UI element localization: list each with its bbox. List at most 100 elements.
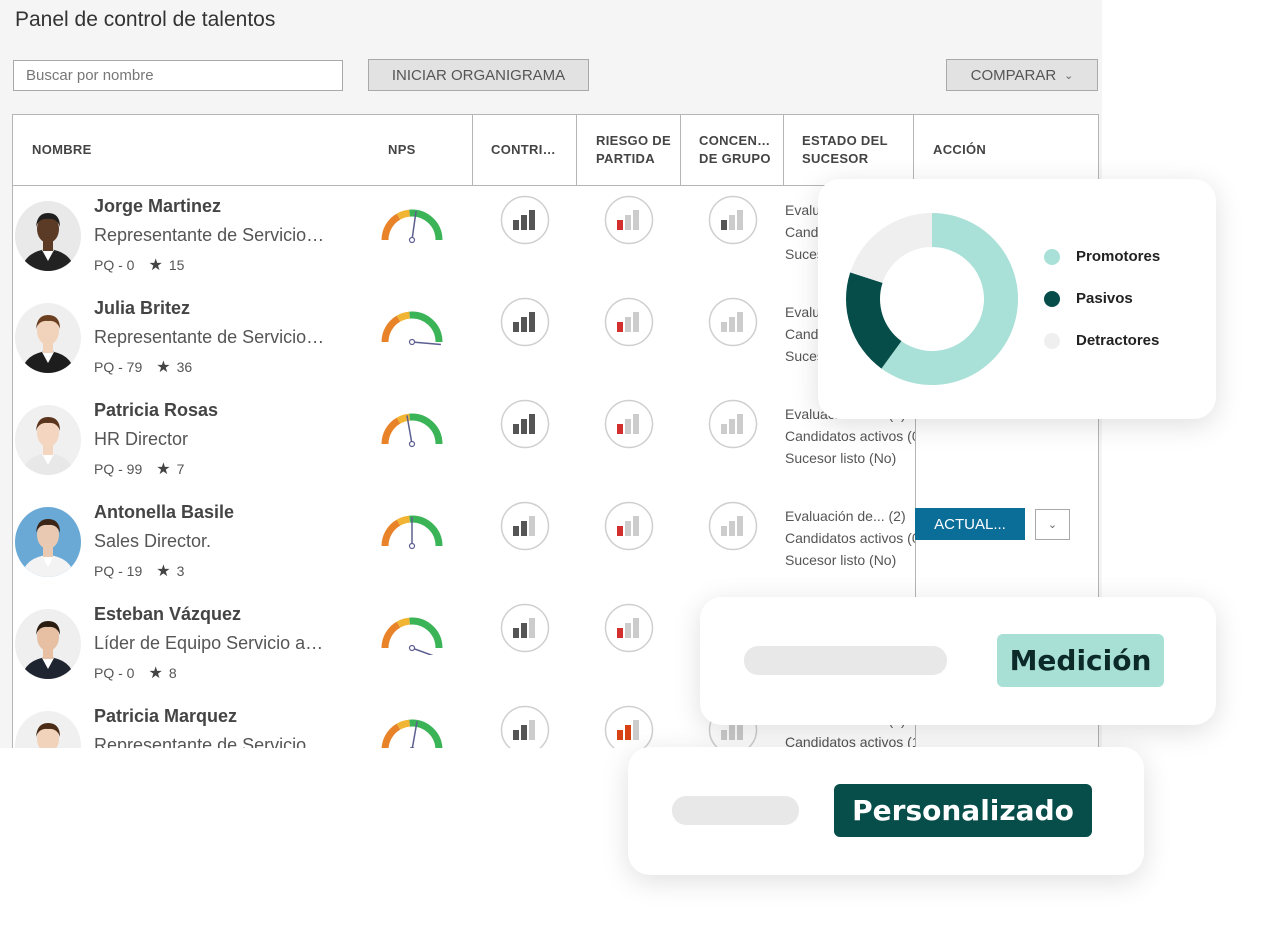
successor-status-line: Evaluación de... (2): [785, 508, 906, 524]
employee-name[interactable]: Jorge Martinez: [94, 196, 221, 217]
employee-name[interactable]: Patricia Marquez: [94, 706, 237, 727]
employee-role: Representante de Servicio al Cliente: [94, 327, 326, 347]
employee-meta: PQ - 19 ★ 3: [94, 561, 184, 581]
group-concentration-bars-icon[interactable]: [708, 501, 758, 551]
contribution-bars-icon[interactable]: [500, 297, 550, 347]
legend-swatch: [1044, 290, 1060, 307]
star-count: 8: [168, 665, 177, 681]
placeholder-bar: [672, 796, 799, 825]
avatar: [15, 609, 81, 679]
search-input[interactable]: [13, 60, 343, 91]
medicion-chip[interactable]: Medición: [997, 634, 1164, 687]
personalizado-chip[interactable]: Personalizado: [834, 784, 1092, 837]
contribution-bars-icon[interactable]: [500, 195, 550, 245]
start-orgchart-button[interactable]: INICIAR ORGANIGRAMA: [368, 59, 589, 91]
legend-item-detractores[interactable]: Detractores: [1044, 332, 1159, 349]
nps-gauge-icon: [379, 615, 445, 659]
employee-name[interactable]: Antonella Basile: [94, 502, 234, 523]
table-header: NOMBRE NPS CONTRI… RIESGO DE PARTIDA CON…: [13, 115, 1098, 186]
star-count: 3: [176, 563, 185, 579]
pq-score: PQ - 19: [94, 563, 143, 579]
employee-name[interactable]: Esteban Vázquez: [94, 604, 241, 625]
star-count: 7: [176, 461, 185, 477]
employee-meta: PQ - 79 ★ 36: [94, 357, 192, 377]
departure-risk-bars-icon[interactable]: [604, 297, 654, 347]
avatar: [15, 201, 81, 271]
placeholder-bar: [744, 646, 947, 675]
pq-score: PQ - 0: [94, 257, 135, 273]
successor-status-line: Candidatos activos (1): [785, 734, 915, 748]
departure-risk-bars-icon[interactable]: [604, 705, 654, 748]
avatar: [15, 507, 81, 577]
group-concentration-bars-icon[interactable]: [708, 399, 758, 449]
employee-role: Líder de Equipo Servicio al Cliente: [94, 633, 326, 653]
col-riesgo-partida[interactable]: RIESGO DE PARTIDA: [596, 115, 678, 185]
departure-risk-bars-icon[interactable]: [604, 501, 654, 551]
nps-donut-chart: [846, 213, 1018, 385]
pq-score: PQ - 0: [94, 665, 135, 681]
employee-role: Representante de Servicio al Cliente: [94, 735, 326, 748]
action-dropdown-button[interactable]: ⌄: [1035, 509, 1070, 540]
star-count: 15: [168, 257, 185, 273]
contribution-bars-icon[interactable]: [500, 705, 550, 748]
col-nombre[interactable]: NOMBRE: [32, 115, 232, 185]
table-row: Antonella Basile Sales Director. PQ - 19 ★ 3…: [13, 491, 1098, 593]
departure-risk-bars-icon[interactable]: [604, 195, 654, 245]
pq-score: PQ - 79: [94, 359, 143, 375]
nps-gauge-icon: [379, 309, 445, 349]
start-orgchart-label: INICIAR ORGANIGRAMA: [391, 66, 566, 84]
pq-score: PQ - 99: [94, 461, 143, 477]
col-nps[interactable]: NPS: [388, 115, 448, 185]
employee-meta: PQ - 0 ★ 15: [94, 255, 184, 275]
star-count: 36: [176, 359, 193, 375]
star-icon: ★: [156, 359, 171, 376]
page-title: Panel de control de talentos: [15, 8, 276, 31]
avatar: [15, 303, 81, 373]
col-contribucion[interactable]: CONTRI…: [491, 115, 571, 185]
col-estado-sucesor[interactable]: ESTADO DEL SUCESOR: [802, 115, 922, 185]
nps-gauge-icon: [379, 207, 445, 247]
star-icon: ★: [148, 257, 163, 274]
star-icon: ★: [156, 563, 171, 580]
departure-risk-bars-icon[interactable]: [604, 603, 654, 653]
employee-role: Representante de Servicio al Cliente: [94, 225, 326, 245]
legend-item-promotores[interactable]: Promotores: [1044, 248, 1160, 265]
employee-name[interactable]: Julia Britez: [94, 298, 190, 319]
avatar: [15, 405, 81, 475]
nps-gauge-icon: [379, 513, 445, 553]
legend-item-pasivos[interactable]: Pasivos: [1044, 290, 1133, 307]
nps-chart-card: Promotores Pasivos Detractores: [818, 179, 1216, 419]
contribution-bars-icon[interactable]: [500, 399, 550, 449]
employee-role: Sales Director.: [94, 531, 212, 551]
col-concentracion-grupo[interactable]: CONCEN… DE GRUPO: [699, 115, 779, 185]
legend-label: Pasivos: [1076, 290, 1133, 307]
employee-role: HR Director: [94, 429, 189, 449]
employee-meta: PQ - 0 ★ 8: [94, 663, 177, 683]
chevron-down-icon: ⌄: [1064, 69, 1074, 82]
successor-status-line: Candidatos activos (0): [785, 428, 915, 444]
contribution-bars-icon[interactable]: [500, 603, 550, 653]
compare-button[interactable]: COMPARAR ⌄: [946, 59, 1098, 91]
chevron-down-icon: ⌄: [1047, 519, 1058, 531]
update-button[interactable]: ACTUAL...: [915, 508, 1025, 540]
legend-swatch: [1044, 248, 1060, 265]
avatar: [15, 711, 81, 748]
employee-meta: PQ - 99 ★ 7: [94, 459, 184, 479]
donut-slice-detractores[interactable]: [850, 213, 932, 283]
group-concentration-bars-icon[interactable]: [708, 195, 758, 245]
employee-name[interactable]: Patricia Rosas: [94, 400, 218, 421]
personalizado-card: Personalizado: [628, 747, 1144, 875]
legend-label: Detractores: [1076, 332, 1160, 349]
successor-status-line: Sucesor listo (No): [785, 552, 897, 568]
successor-status: Evaluación de... (2) Candidatos activos (…: [785, 505, 915, 571]
departure-risk-bars-icon[interactable]: [604, 399, 654, 449]
nps-gauge-icon: [379, 411, 445, 451]
group-concentration-bars-icon[interactable]: [708, 297, 758, 347]
successor-status-line: Sucesor listo (No): [785, 450, 897, 466]
col-accion[interactable]: ACCIÓN: [933, 115, 1013, 185]
nps-gauge-icon: [379, 717, 445, 748]
medicion-card: Medición: [700, 597, 1216, 725]
star-icon: ★: [156, 461, 171, 478]
contribution-bars-icon[interactable]: [500, 501, 550, 551]
compare-label: COMPARAR: [970, 66, 1057, 84]
